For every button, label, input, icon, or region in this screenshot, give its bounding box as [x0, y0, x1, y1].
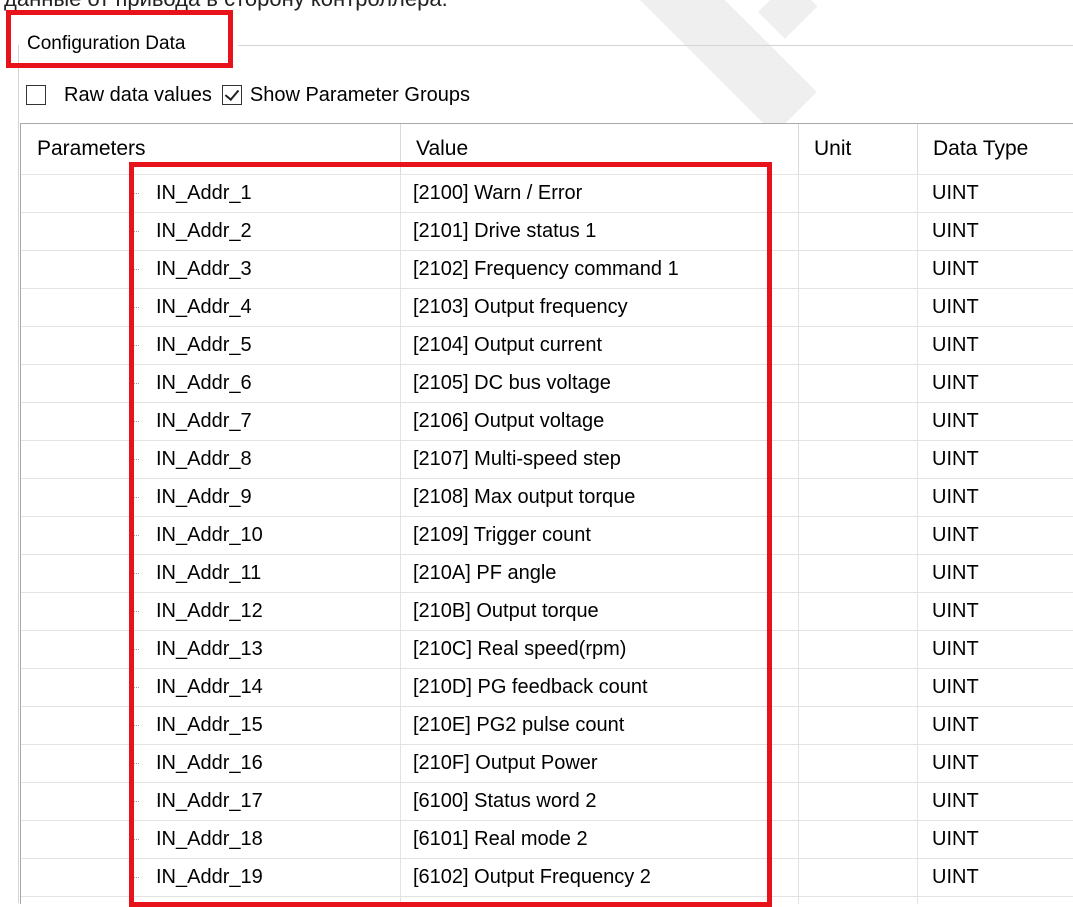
unit-cell [811, 669, 911, 706]
data-type-cell: UINT [932, 600, 979, 622]
data-type-cell: UINT [932, 790, 979, 812]
unit-cell [811, 745, 911, 782]
unit-cell [811, 365, 911, 402]
unit-cell [811, 289, 911, 326]
show-groups-label[interactable]: Show Parameter Groups [250, 84, 470, 107]
unit-cell [811, 441, 911, 478]
data-type-cell: UINT [932, 486, 979, 508]
highlight-box-values [129, 162, 772, 907]
data-type-cell: UINT [932, 410, 979, 432]
group-box-border-top [238, 45, 1073, 46]
unit-cell [811, 631, 911, 668]
data-type-cell: UINT [932, 714, 979, 736]
unit-cell [811, 327, 911, 364]
data-type-cell: UINT [932, 676, 979, 698]
unit-cell [811, 213, 911, 250]
data-type-cell: UINT [932, 524, 979, 546]
options-row: Raw data values Show Parameter Groups [26, 81, 470, 109]
column-header-unit[interactable]: Unit [798, 124, 917, 174]
unit-cell [811, 517, 911, 554]
unit-cell [811, 707, 911, 744]
data-type-cell: UINT [932, 220, 979, 242]
data-type-cell: UINT [932, 334, 979, 356]
data-type-cell: UINT [932, 828, 979, 850]
data-type-cell: UINT [932, 296, 979, 318]
watermark-shape [758, 0, 818, 39]
data-type-cell: UINT [932, 638, 979, 660]
data-type-cell: UINT [932, 866, 979, 888]
unit-cell [811, 175, 911, 212]
data-type-cell: UINT [932, 752, 979, 774]
unit-cell [811, 403, 911, 440]
unit-cell [811, 821, 911, 858]
show-groups-checkbox[interactable] [221, 85, 242, 105]
data-type-cell: UINT [932, 372, 979, 394]
data-type-cell: UINT [932, 258, 979, 280]
column-header-data-type[interactable]: Data Type [917, 124, 1073, 174]
unit-cell [811, 859, 911, 896]
unit-cell [811, 251, 911, 288]
unit-cell [811, 783, 911, 820]
highlight-box-title [6, 10, 233, 68]
raw-data-label[interactable]: Raw data values [64, 84, 212, 107]
data-type-cell: UINT [932, 448, 979, 470]
unit-cell [811, 479, 911, 516]
raw-data-checkbox[interactable] [26, 85, 46, 105]
data-type-cell: UINT [932, 182, 979, 204]
data-type-cell: UINT [932, 562, 979, 584]
unit-cell [811, 593, 911, 630]
unit-cell [811, 555, 911, 592]
group-box-border-left [18, 45, 19, 903]
